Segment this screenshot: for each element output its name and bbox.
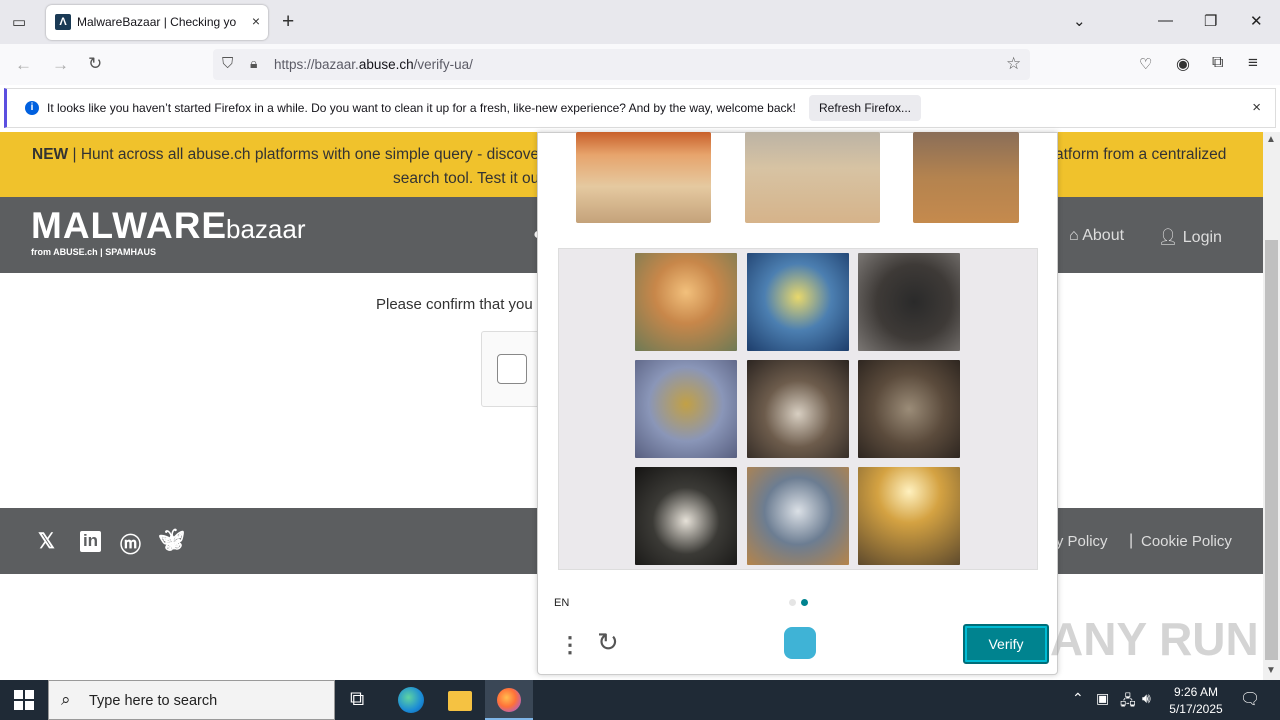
windows-start-icon[interactable]: [14, 690, 34, 710]
account-icon[interactable]: ◉: [1176, 54, 1190, 74]
tab-close-icon[interactable]: ×: [252, 13, 260, 29]
sample-image-2: [745, 132, 880, 223]
hcaptcha-checkbox[interactable]: [497, 354, 527, 384]
hcaptcha-logo-icon: [784, 627, 816, 659]
sample-image-1: [576, 132, 711, 223]
scroll-down-icon[interactable]: ▼: [1266, 665, 1276, 676]
logo-from: from ABUSE.ch | SPAMHAUS: [31, 247, 157, 257]
grid-tile-6[interactable]: [858, 360, 960, 458]
clock-date: 5/17/2025: [1169, 702, 1223, 716]
bookmark-star-icon[interactable]: ☆: [1006, 54, 1021, 74]
notification-close-icon[interactable]: ×: [1252, 99, 1261, 116]
grid-tile-9[interactable]: [858, 467, 960, 565]
network-icon[interactable]: 🖧︎: [1120, 690, 1136, 714]
tray-overflow-icon[interactable]: ⌃: [1072, 690, 1084, 707]
url-text[interactable]: https://bazaar.abuse.ch/verify-ua/: [274, 57, 473, 72]
captcha-refresh-icon[interactable]: ↻: [597, 627, 619, 658]
linkedin-icon[interactable]: in: [80, 531, 101, 552]
tab-malwarebazaar[interactable]: Λ MalwareBazaar | Checking your ×: [46, 5, 268, 40]
bluesky-icon[interactable]: 🦋︎: [158, 529, 185, 553]
forward-icon[interactable]: →: [52, 55, 69, 75]
taskbar-clock[interactable]: 9:26 AM 5/17/2025: [1160, 684, 1232, 718]
anyrun-watermark: ANY RUN: [1050, 613, 1259, 665]
tab-title: MalwareBazaar | Checking your: [77, 15, 237, 29]
task-view-icon[interactable]: ⧉: [350, 688, 364, 711]
firefox-icon: [497, 688, 521, 712]
firefox-taskbar-item[interactable]: [485, 680, 533, 720]
grid-tile-7[interactable]: [635, 467, 737, 565]
clock-time: 9:26 AM: [1173, 685, 1219, 699]
sample-image-3: [913, 132, 1019, 223]
back-icon[interactable]: ←: [15, 55, 32, 75]
taskbar-search-placeholder: Type here to search: [89, 693, 218, 709]
malwarebazaar-favicon-icon: Λ: [55, 14, 71, 30]
new-tab-button[interactable]: +: [282, 10, 294, 34]
about-icon: ⌂: [1069, 227, 1083, 244]
grid-tile-3[interactable]: [858, 253, 960, 351]
restore-icon[interactable]: ❐: [1204, 12, 1217, 30]
confirm-text: Please confirm that you: [376, 296, 533, 313]
close-window-icon[interactable]: ✕: [1250, 12, 1263, 30]
footer-separator: |: [1129, 532, 1134, 549]
user-icon: 👤︎: [1158, 229, 1183, 246]
list-all-tabs-icon[interactable]: ⌄: [1073, 12, 1086, 30]
scrollbar-thumb[interactable]: [1265, 240, 1278, 660]
notification-bar: i It looks like you haven’t started Fire…: [4, 88, 1276, 128]
tab-overview-icon[interactable]: ▭: [12, 13, 26, 31]
shield-icon[interactable]: ⛉: [222, 55, 233, 72]
notification-text: It looks like you haven’t started Firefo…: [47, 101, 796, 115]
grid-tile-8[interactable]: [747, 467, 849, 565]
banner-text: | Hunt across all abuse.ch platforms wit…: [72, 146, 540, 163]
taskbar-search-box[interactable]: ⌕ Type here to search: [48, 680, 335, 720]
captcha-menu-icon[interactable]: ⋮: [559, 632, 581, 658]
cookie-policy-link[interactable]: Cookie Policy: [1141, 533, 1232, 550]
grid-tile-4[interactable]: [635, 360, 737, 458]
captcha-image-grid: [558, 248, 1038, 570]
logo-malware[interactable]: MALWARE: [31, 205, 227, 247]
grid-tile-2[interactable]: [747, 253, 849, 351]
refresh-firefox-button[interactable]: Refresh Firefox...: [809, 95, 921, 121]
language-selector[interactable]: EN: [554, 597, 569, 609]
volume-icon[interactable]: 🔊︎: [1142, 690, 1151, 707]
info-icon: i: [25, 101, 39, 115]
extensions-icon[interactable]: ⧉: [1212, 54, 1223, 72]
progress-dot-2: [801, 599, 808, 606]
verify-button[interactable]: Verify: [963, 624, 1049, 664]
x-twitter-icon[interactable]: 𝕏: [38, 529, 55, 554]
nav-login[interactable]: 👤︎ Login: [1158, 227, 1222, 247]
reload-icon[interactable]: ↻: [88, 54, 102, 74]
grid-tile-5[interactable]: [747, 360, 849, 458]
edge-icon[interactable]: [398, 687, 424, 713]
search-icon: ⌕: [61, 690, 71, 709]
file-explorer-icon[interactable]: [448, 691, 472, 711]
tray-device-icon[interactable]: ▣: [1096, 690, 1109, 707]
banner-new-label: NEW: [32, 146, 69, 163]
banner-link-text[interactable]: search tool. Test it ou: [393, 170, 539, 188]
scroll-up-icon[interactable]: ▲: [1266, 134, 1276, 145]
banner-text-end: atform from a centralized: [1055, 146, 1227, 163]
minimize-icon[interactable]: —: [1158, 12, 1173, 29]
mastodon-icon[interactable]: ⓜ: [120, 529, 141, 559]
progress-dot-1: [789, 599, 796, 606]
nav-about[interactable]: ⌂ About: [1069, 227, 1124, 245]
grid-tile-1[interactable]: [635, 253, 737, 351]
pocket-icon[interactable]: ♡: [1139, 55, 1152, 73]
menu-icon[interactable]: ≡: [1248, 53, 1258, 73]
logo-bazaar[interactable]: bazaar: [226, 214, 306, 245]
lock-icon[interactable]: 🔒︎: [250, 55, 257, 72]
notifications-icon[interactable]: 🗨︎: [1240, 689, 1260, 709]
